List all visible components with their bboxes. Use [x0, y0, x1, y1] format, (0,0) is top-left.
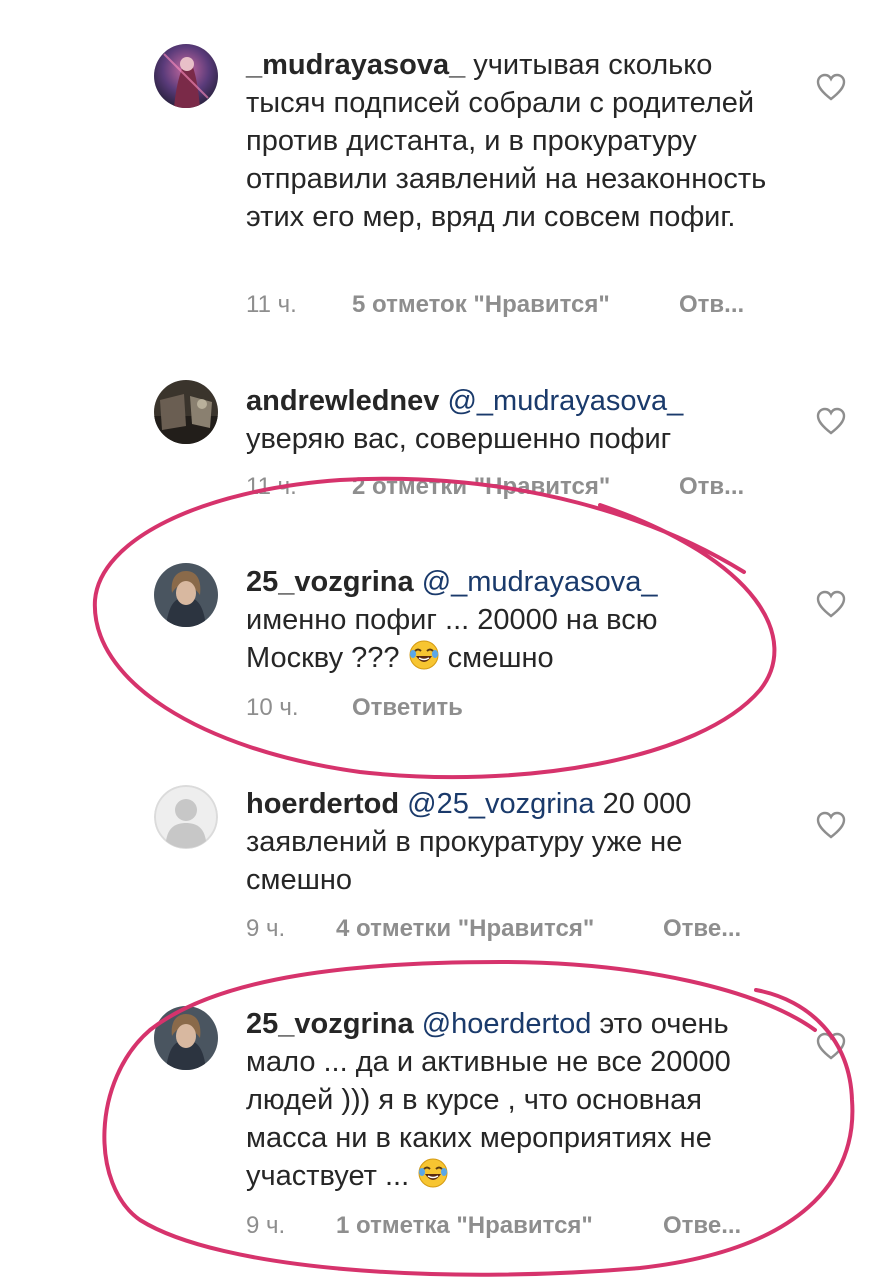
avatar[interactable] — [154, 44, 218, 108]
comment-time: 10 ч. — [246, 694, 299, 721]
avatar[interactable] — [154, 563, 218, 627]
comment-body: уверяю вас, совершенно пофиг — [246, 423, 672, 455]
comment-time: 11 ч. — [246, 473, 297, 500]
heart-outline-icon[interactable] — [816, 590, 846, 618]
reply-button[interactable]: Отв... — [679, 472, 744, 502]
reply-button[interactable]: Отве... — [663, 914, 741, 944]
mention-link[interactable]: @hoerdertod — [422, 1008, 592, 1040]
comment-likes[interactable]: 4 отметки "Нравится" — [336, 914, 594, 944]
avatar[interactable] — [154, 380, 218, 444]
comment-body: именно пофиг ... 20000 на всю — [246, 604, 658, 636]
comment-text: 25_vozgrina @hoerdertod это очень мало .… — [246, 1005, 786, 1195]
comment-time: 9 ч. — [246, 915, 286, 942]
heart-outline-icon[interactable] — [816, 1032, 846, 1060]
comment-text: hoerdertod @25_vozgrina 20 000 заявлений… — [246, 785, 786, 899]
face-with-tears-of-joy-emoji — [408, 639, 440, 671]
mention-link[interactable]: @_mudrayasova_ — [447, 385, 683, 417]
comment-username[interactable]: 25_vozgrina — [246, 566, 414, 598]
face-with-tears-of-joy-emoji — [417, 1157, 449, 1189]
reply-button[interactable]: Ответить — [352, 693, 463, 723]
reply-button[interactable]: Отв... — [679, 290, 744, 320]
avatar[interactable] — [154, 785, 218, 849]
mention-link[interactable]: @25_vozgrina — [407, 788, 594, 820]
comment-body: смешно — [439, 642, 554, 674]
comment-body: Москву ??? — [246, 642, 408, 674]
comment-username[interactable]: 25_vozgrina — [246, 1008, 414, 1040]
comment-text: 25_vozgrina @_mudrayasova_ именно пофиг .… — [246, 563, 786, 677]
heart-outline-icon[interactable] — [816, 407, 846, 435]
heart-outline-icon[interactable] — [816, 811, 846, 839]
comment-likes[interactable]: 5 отметок "Нравится" — [352, 290, 610, 320]
comment-time: 9 ч. — [246, 1212, 286, 1239]
comment-text: _mudrayasova_ учитывая сколько тысяч под… — [246, 46, 786, 236]
comment-time: 11 ч. — [246, 291, 297, 318]
comment-text: andrewlednev @_mudrayasova_ уверяю вас, с… — [246, 382, 786, 458]
comment-username[interactable]: _mudrayasova_ — [246, 49, 465, 81]
mention-link[interactable]: @_mudrayasova_ — [422, 566, 658, 598]
heart-outline-icon[interactable] — [816, 73, 846, 101]
comment-username[interactable]: hoerdertod — [246, 788, 399, 820]
comment-likes[interactable]: 1 отметка "Нравится" — [336, 1211, 593, 1241]
reply-button[interactable]: Отве... — [663, 1211, 741, 1241]
comment-likes[interactable]: 2 отметки "Нравится" — [352, 472, 610, 502]
avatar[interactable] — [154, 1006, 218, 1070]
comment-username[interactable]: andrewlednev — [246, 385, 439, 417]
